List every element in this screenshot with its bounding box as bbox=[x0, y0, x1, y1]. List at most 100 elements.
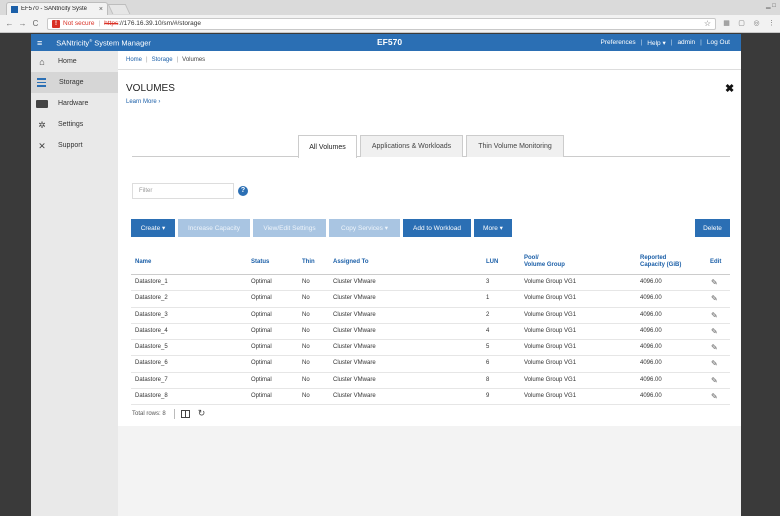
cell-thin: No bbox=[302, 376, 310, 383]
cell-pool: Volume Group VG1 bbox=[524, 376, 577, 383]
pencil-edit-icon[interactable]: ✎ bbox=[711, 294, 720, 303]
add-to-workload-button[interactable]: Add to Workload bbox=[403, 219, 471, 237]
new-tab-button[interactable] bbox=[107, 4, 131, 14]
breadcrumb-storage[interactable]: Storage bbox=[152, 57, 173, 63]
table-row[interactable]: Datastore_7 Optimal No Cluster VMware 8 Volum… bbox=[131, 373, 730, 390]
table-row[interactable]: Datastore_1 Optimal No Cluster VMware 3 Volum… bbox=[131, 275, 730, 292]
col-pool-header[interactable]: Pool/Volume Group bbox=[524, 255, 565, 269]
cell-lun: 4 bbox=[486, 327, 490, 334]
col-capacity-line2: Capacity (GiB) bbox=[640, 262, 682, 268]
header-divider: | bbox=[640, 39, 643, 46]
user-menu[interactable]: admin bbox=[672, 39, 700, 46]
increase-capacity-button[interactable]: Increase Capacity bbox=[178, 219, 250, 237]
sidebar-item-label: Settings bbox=[58, 121, 84, 128]
pencil-edit-icon[interactable]: ✎ bbox=[711, 359, 720, 368]
main-content: Home | Storage | Volumes VOLUMES Learn M… bbox=[118, 51, 741, 516]
col-name-header[interactable]: Name bbox=[135, 259, 151, 266]
help-question-icon[interactable]: ? bbox=[238, 186, 248, 196]
close-icon[interactable]: ✖ bbox=[725, 82, 734, 95]
pencil-edit-icon[interactable]: ✎ bbox=[711, 392, 720, 401]
footer-divider bbox=[173, 408, 175, 419]
extension-icon-2[interactable]: ▢ bbox=[737, 19, 746, 28]
sidebar-item-hardware[interactable]: Hardware bbox=[31, 93, 118, 114]
window-controls-icon[interactable]: ▁ □ bbox=[766, 2, 776, 11]
cell-capacity: 4096.00 bbox=[640, 376, 662, 383]
cell-status: Optimal bbox=[251, 360, 272, 367]
preferences-link[interactable]: Preferences bbox=[596, 39, 641, 46]
help-menu[interactable]: Help ▾ bbox=[642, 39, 670, 47]
app-header: ≡ SANtricity® System Manager EF570 Prefe… bbox=[31, 34, 741, 51]
reload-icon[interactable]: C bbox=[30, 19, 41, 28]
cell-pool: Volume Group VG1 bbox=[524, 327, 577, 334]
col-status-header[interactable]: Status bbox=[251, 259, 269, 266]
forward-arrow-icon[interactable]: → bbox=[17, 19, 28, 28]
logout-link[interactable]: Log Out bbox=[702, 39, 735, 46]
filter-input[interactable]: Filter bbox=[132, 183, 234, 199]
table-row[interactable]: Datastore_2 Optimal No Cluster VMware 1 Volum… bbox=[131, 291, 730, 308]
bookmark-star-icon[interactable]: ☆ bbox=[704, 19, 711, 28]
url-input[interactable]: ! Not secure | https ://176.16.39.10/sm/… bbox=[47, 17, 716, 30]
pencil-edit-icon[interactable]: ✎ bbox=[711, 327, 720, 336]
cell-thin: No bbox=[302, 327, 310, 334]
col-capacity-header[interactable]: Reported Capacity (GiB) bbox=[640, 255, 681, 269]
browser-tab[interactable]: EF570 - SANtricity Syste × bbox=[6, 2, 108, 15]
col-lun-header[interactable]: LUN bbox=[486, 259, 498, 266]
refresh-icon[interactable]: ↻ bbox=[198, 408, 206, 419]
view-edit-settings-button[interactable]: View/Edit Settings bbox=[253, 219, 326, 237]
breadcrumb-home[interactable]: Home bbox=[126, 57, 142, 63]
cell-status: Optimal bbox=[251, 295, 272, 302]
learn-more-link[interactable]: Learn More › bbox=[126, 99, 160, 105]
extension-icon-3[interactable]: ◎ bbox=[752, 19, 761, 28]
col-thin-header[interactable]: Thin bbox=[302, 259, 315, 266]
col-assigned-header[interactable]: Assigned To bbox=[333, 259, 369, 266]
cell-capacity: 4096.00 bbox=[640, 393, 662, 400]
cell-capacity: 4096.00 bbox=[640, 295, 662, 302]
sidebar-item-home[interactable]: ⌂ Home bbox=[31, 51, 118, 72]
breadcrumb-separator: | bbox=[146, 57, 148, 63]
omnibox-separator: | bbox=[98, 20, 101, 27]
pencil-edit-icon[interactable]: ✎ bbox=[711, 278, 720, 287]
sidebar-item-settings[interactable]: ✲ Settings bbox=[31, 114, 118, 135]
cell-name: Datastore_5 bbox=[135, 344, 168, 351]
browser-menu-icon[interactable]: ⋮ bbox=[767, 19, 776, 28]
table-row[interactable]: Datastore_3 Optimal No Cluster VMware 2 Volum… bbox=[131, 308, 730, 324]
pencil-edit-icon[interactable]: ✎ bbox=[711, 311, 720, 320]
pencil-edit-icon[interactable]: ✎ bbox=[711, 376, 720, 385]
sidebar-item-support[interactable]: ✕ Support bbox=[31, 135, 118, 156]
brand-name: SANtricity bbox=[56, 38, 90, 48]
create-button[interactable]: Create ▾ bbox=[131, 219, 175, 237]
cell-pool: Volume Group VG1 bbox=[524, 295, 577, 302]
tab-applications-workloads[interactable]: Applications & Workloads bbox=[360, 135, 463, 157]
columns-icon[interactable] bbox=[180, 409, 190, 418]
back-arrow-icon[interactable]: ← bbox=[4, 19, 15, 28]
table-row[interactable]: Datastore_6 Optimal No Cluster VMware 6 Volum… bbox=[131, 356, 730, 373]
url-scheme: https bbox=[104, 20, 119, 27]
sidebar-item-storage[interactable]: Storage bbox=[31, 72, 118, 93]
pencil-edit-icon[interactable]: ✎ bbox=[711, 343, 720, 352]
table-row[interactable]: Datastore_4 Optimal No Cluster VMware 4 Volum… bbox=[131, 324, 730, 341]
cell-lun: 2 bbox=[486, 311, 490, 318]
copy-services-button[interactable]: Copy Services ▾ bbox=[329, 219, 400, 237]
breadcrumb: Home | Storage | Volumes bbox=[118, 51, 741, 70]
table-body: Datastore_1 Optimal No Cluster VMware 3 Volum… bbox=[131, 275, 730, 406]
cell-thin: No bbox=[302, 295, 310, 302]
tab-close-icon[interactable]: × bbox=[99, 6, 103, 13]
cell-status: Optimal bbox=[251, 327, 272, 334]
hardware-icon bbox=[36, 99, 48, 108]
cell-name: Datastore_8 bbox=[135, 393, 168, 400]
more-button[interactable]: More ▾ bbox=[474, 219, 512, 237]
table-row[interactable]: Datastore_5 Optimal No Cluster VMware 5 Volum… bbox=[131, 340, 730, 357]
cell-thin: No bbox=[302, 393, 310, 400]
tab-thin-volume-monitoring[interactable]: Thin Volume Monitoring bbox=[466, 135, 564, 157]
hamburger-menu-icon[interactable]: ≡ bbox=[37, 38, 42, 48]
cell-status: Optimal bbox=[251, 393, 272, 400]
header-divider: | bbox=[700, 39, 702, 46]
col-capacity-line1: Reported bbox=[640, 255, 667, 261]
table-row[interactable]: Datastore_8 Optimal No Cluster VMware 9 Volum… bbox=[131, 389, 730, 406]
tab-all-volumes[interactable]: All Volumes bbox=[298, 135, 357, 158]
browser-tab-bar: EF570 - SANtricity Syste × ▁ □ bbox=[0, 0, 780, 15]
cell-assigned-to: Cluster VMware bbox=[333, 295, 376, 302]
delete-button[interactable]: Delete bbox=[695, 219, 730, 237]
extension-icon[interactable]: ▦ bbox=[722, 19, 731, 28]
cell-lun: 3 bbox=[486, 279, 490, 285]
